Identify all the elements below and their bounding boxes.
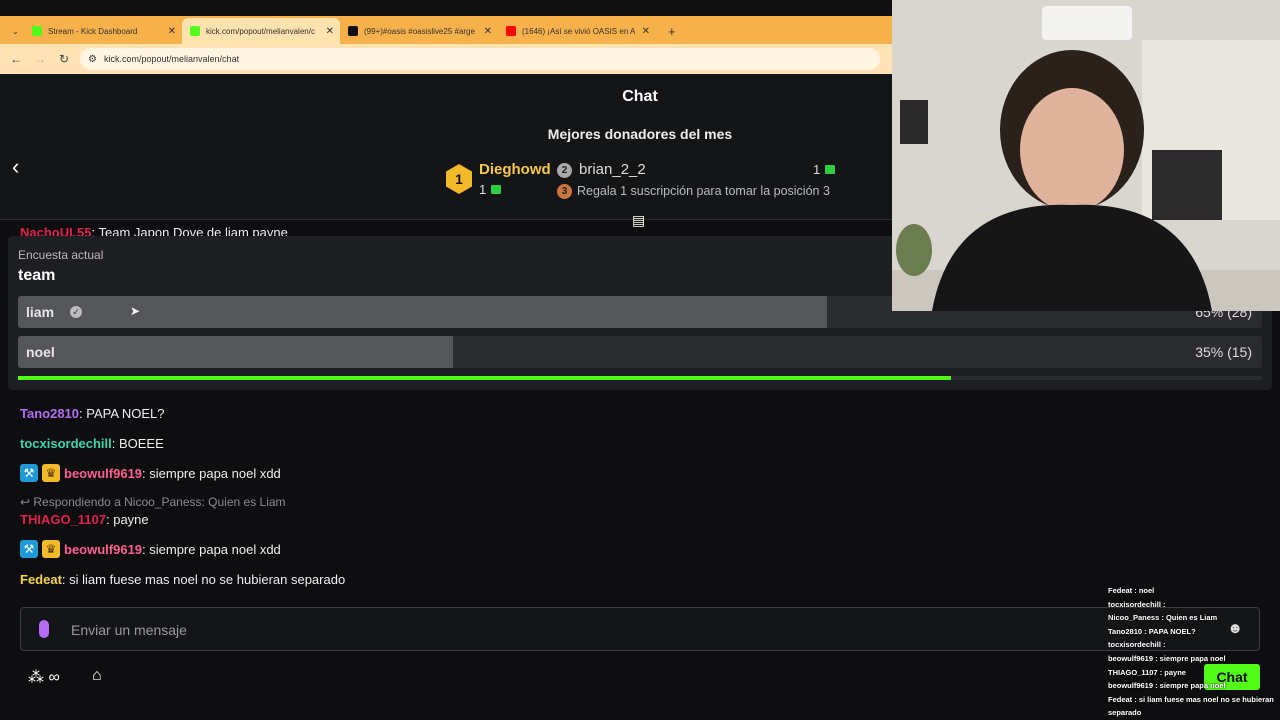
filter-icon[interactable]: ▤ [632,212,645,229]
tab-kick-chat[interactable]: kick.com/popout/melianvalen/c ✕ [182,18,340,44]
kick-icon [32,26,42,36]
reply-arrow-icon: ↩ [20,495,34,509]
chat-input-placeholder: Enviar un mensaje [71,622,187,638]
stream-chat-overlay: Fedeat : noel tocxisordechill : Nicoo_Pa… [1108,584,1280,720]
channel-points[interactable]: ⁂ ∞ [28,667,60,687]
chat-text: : siempre papa noel xdd [142,541,281,557]
chat-text: : si liam fuese mas noel no se hubieran … [61,572,346,587]
chat-username[interactable]: tocxisordechill [20,436,112,451]
browser-tab-bar: ⌄ Stream - Kick Dashboard ✕ kick.com/pop… [0,0,892,44]
tab-label: (1646) ¡Así se vivió OASIS en A [522,26,636,36]
overlay-message: Tano2810 : PAPA NOEL? [1108,626,1196,636]
donor-2-count: 1 [813,162,836,177]
chat-text: : payne [106,512,149,527]
url-text: kick.com/popout/melianvalen/chat [104,54,240,64]
donor-1-name[interactable]: Dieghowd [479,161,551,178]
tiktok-icon [348,26,358,36]
list-item: ⚒ ♛ beowulf9619 : siempre papa noel xdd [20,464,281,482]
list-item: tocxisordechill : BOEEE [20,436,164,451]
chat-username[interactable]: beowulf9619 [64,542,142,557]
chevron-left-icon[interactable]: ‹ [12,154,19,180]
address-bar: ← → ↻ ⚙ kick.com/popout/melianvalen/chat [0,44,892,74]
reply-reference[interactable]: ↩ Respondiendo a Nicoo_Paness: Quien es … [20,495,286,509]
donor-1-count: 1 [479,182,502,197]
reload-icon[interactable]: ↻ [52,52,76,66]
tab-youtube[interactable]: (1646) ¡Así se vivió OASIS en A ✕ [498,18,656,44]
crown-badge-icon: ♛ [42,540,60,558]
list-item: ⚒ ♛ beowulf9619 : siempre papa noel xdd [20,540,281,558]
poll-option-noel[interactable]: noel 35% (15) [18,336,1262,368]
tab-tiktok[interactable]: (99+)#oasis #oasislive25 #arge ✕ [340,18,498,44]
store-icon[interactable]: ⌂ [92,667,102,685]
poll-option-percent: 35% (15) [1195,344,1252,360]
overlay-message: Nicoo_Paness : Quien es Liam [1108,613,1218,623]
chat-text: : siempre papa noel xdd [142,465,281,481]
moderator-badge-icon: ⚒ [20,540,38,558]
poll-question: team [18,267,56,284]
webcam-overlay [892,0,1280,311]
chat-username[interactable]: Fedeat [20,572,62,587]
new-tab-button[interactable]: + [660,18,680,44]
poll-option-label: liam [26,304,55,320]
tab-kick-dashboard[interactable]: Stream - Kick Dashboard ✕ [24,18,182,44]
poll-label: Encuesta actual [18,248,104,262]
chat-text: : PAPA NOEL? [79,406,165,421]
webcam-image [892,0,1280,311]
check-icon: ✓ [70,306,82,318]
poll-timer-track [18,376,1262,380]
close-icon[interactable]: ✕ [642,26,650,37]
forward-arrow-icon[interactable]: → [28,52,52,66]
overlay-message: beowulf9619 : siempre papa noel [1108,681,1226,691]
donor-1-count-value: 1 [479,182,487,197]
overlay-message: beowulf9619 : siempre papa noel [1108,653,1226,663]
list-item: Fedeat : si liam fuese mas noel no se hu… [20,572,345,587]
gift-icon [491,185,502,194]
list-item: Tano2810 : PAPA NOEL? [20,406,165,421]
chat-username[interactable]: Tano2810 [20,406,79,421]
overlay-message: tocxisordechill : [1108,640,1166,650]
chat-username[interactable]: THIAGO_1107 [20,512,106,527]
poll-option-label: noel [26,344,55,360]
donor-2-count-value: 1 [813,162,821,177]
tab-label: (99+)#oasis #oasislive25 #arge [364,26,475,36]
site-info-icon[interactable]: ⚙ [88,54,97,65]
list-item: THIAGO_1107 : payne [20,512,149,527]
overlay-message: separado [1108,708,1142,718]
close-icon[interactable]: ✕ [326,26,334,37]
poll-timer-fill [18,376,951,380]
overlay-message: Fedeat : si liam fuese mas noel no se hu… [1108,694,1274,704]
back-arrow-icon[interactable]: ← [4,52,28,66]
tab-list-button[interactable]: ⌄ [4,18,20,44]
tab-label: kick.com/popout/melianvalen/c [206,26,315,36]
points-icon: ⁂ [28,669,44,686]
gift-icon [825,165,836,174]
chat-username[interactable]: beowulf9619 [64,466,142,481]
close-icon[interactable]: ✕ [168,26,176,37]
moderator-badge-icon: ⚒ [20,464,38,482]
overlay-message: Fedeat : noel [1108,586,1155,595]
mouse-cursor-icon: ➤ [130,304,141,318]
microphone-icon[interactable] [39,620,49,638]
url-field[interactable]: ⚙ kick.com/popout/melianvalen/chat [80,48,880,70]
tab-label: Stream - Kick Dashboard [48,26,138,36]
reply-text: Respondiendo a Nicoo_Paness: Quien es Li… [33,495,286,509]
donor-2-name[interactable]: brian_2_2 [579,161,646,178]
rank-2-badge: 2 [557,163,572,178]
window-top-strip [0,0,892,16]
kick-icon [190,26,200,36]
overlay-message: THIAGO_1107 : payne [1108,667,1186,677]
crown-badge-icon: ♛ [42,464,60,482]
donor-3-cta: Regala 1 suscripción para tomar la posic… [577,184,830,198]
close-icon[interactable]: ✕ [484,26,492,37]
overlay-message: tocxisordechill : [1108,599,1166,609]
chat-input[interactable]: Enviar un mensaje ☻ [20,607,1260,651]
poll-option-fill [18,336,454,368]
youtube-icon [506,26,516,36]
points-value: ∞ [48,669,60,686]
chat-text: : BOEEE [111,436,164,451]
rank-3-badge: 3 [557,184,572,199]
